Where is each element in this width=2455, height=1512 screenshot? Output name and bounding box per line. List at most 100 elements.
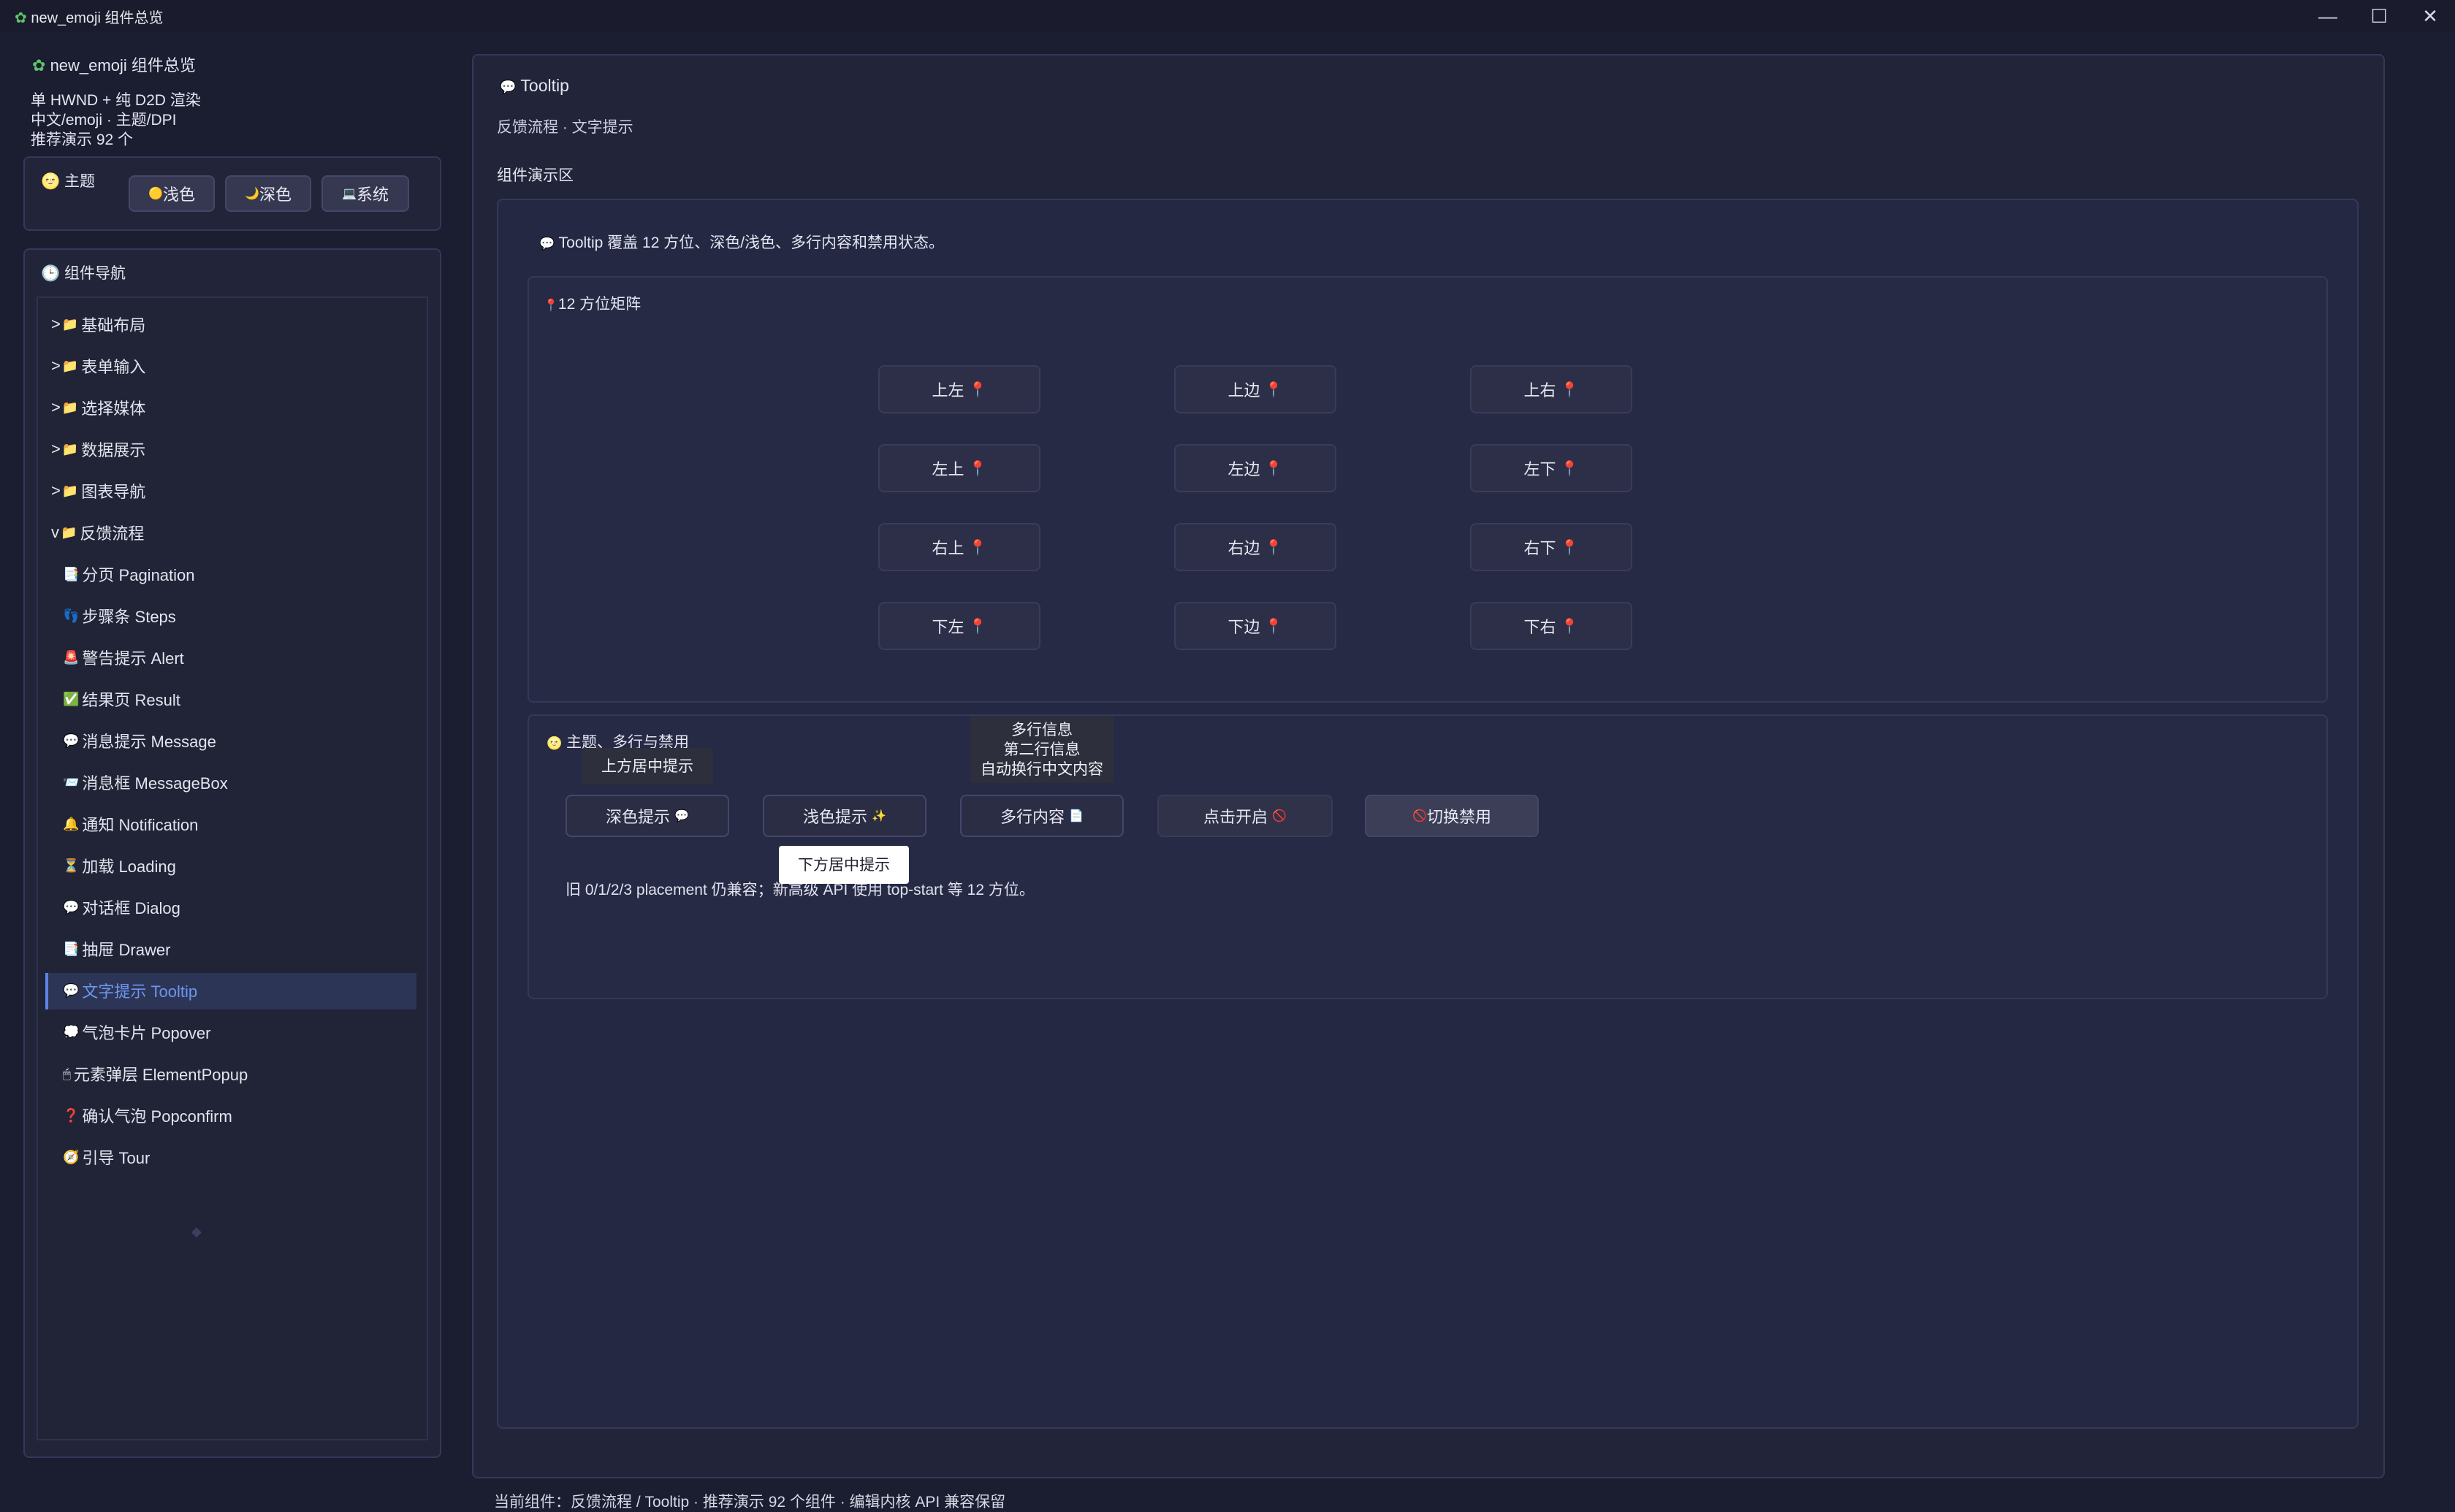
nav-item[interactable]: ❓ 确认气泡 Popconfirm	[63, 1098, 232, 1133]
title-bar: ✿ new_emoji 组件总览 — ☐ ✕	[0, 0, 2455, 32]
placement-button[interactable]: 下边 📍	[1174, 602, 1336, 650]
moon-face-icon: 🌝	[547, 736, 563, 750]
minimize-button[interactable]: —	[2303, 0, 2353, 32]
close-button[interactable]: ✕	[2405, 0, 2455, 32]
placement-label: 右边	[1228, 539, 1260, 557]
nav-item[interactable]: 👣 步骤条 Steps	[63, 598, 176, 633]
component-icon: 💬	[63, 733, 80, 748]
multiline-tooltip-button[interactable]: 多行内容 📄	[960, 795, 1124, 837]
chevron-right-icon: >	[51, 440, 61, 458]
laptop-icon: 💻	[342, 188, 357, 200]
component-icon: 👣	[63, 608, 80, 623]
toggle-disabled-button[interactable]: 🚫 切换禁用	[1365, 795, 1539, 837]
pin-icon: 📍	[1560, 381, 1579, 398]
nav-item-label: 加载 Loading	[82, 858, 176, 876]
nav-item[interactable]: 💬 文字提示 Tooltip	[63, 973, 197, 1008]
moon-icon: 🌙	[245, 188, 259, 200]
nav-group[interactable]: v 📁 反馈流程	[51, 515, 144, 550]
sparkle-icon: ✨	[872, 810, 887, 822]
placement-button[interactable]: 上右 📍	[1470, 365, 1632, 413]
sidebar-app-title: ✿ new_emoji 组件总览	[32, 56, 196, 75]
nav-group[interactable]: > 📁 数据展示	[51, 432, 145, 467]
sidebar-info: 单 HWND + 纯 D2D 渲染 中文/emoji · 主题/DPI 推荐演示…	[31, 91, 201, 150]
status-bar: 当前组件：反馈流程 / Tooltip · 推荐演示 92 个组件 · 编辑内核…	[494, 1494, 1006, 1511]
component-icon: 🚨	[63, 649, 80, 665]
component-icon: 📑	[63, 941, 80, 956]
nav-group[interactable]: > 📁 选择媒体	[51, 390, 145, 425]
placement-button[interactable]: 右边 📍	[1174, 523, 1336, 571]
placement-button[interactable]: 右上 📍	[878, 523, 1040, 571]
component-icon: ❓	[63, 1107, 80, 1123]
component-icon: 🧭	[63, 1149, 80, 1164]
nav-group[interactable]: > 📁 基础布局	[51, 307, 145, 342]
placement-matrix-section	[528, 276, 2328, 703]
theme-system-button[interactable]: 💻 系统	[321, 175, 409, 212]
placement-label: 上左	[932, 381, 964, 400]
nav-item[interactable]: 📨 消息框 MessageBox	[63, 765, 228, 800]
placement-label: 右上	[932, 539, 964, 557]
placement-label: 左上	[932, 460, 964, 478]
nav-item[interactable]: 🧭 引导 Tour	[63, 1139, 150, 1175]
maximize-button[interactable]: ☐	[2354, 0, 2404, 32]
pin-icon: 📍	[1264, 618, 1283, 635]
nav-group[interactable]: > 📁 图表导航	[51, 473, 145, 508]
placement-button[interactable]: 左下 📍	[1470, 444, 1632, 492]
folder-icon: 📁	[61, 524, 77, 540]
prohibited-icon: 🚫	[1412, 810, 1427, 822]
nav-item-label: 图表导航	[81, 483, 146, 501]
nav-group[interactable]: > 📁 表单输入	[51, 348, 145, 383]
theme-title: 🌝 主题	[41, 173, 95, 190]
nav-item-label: 文字提示 Tooltip	[82, 982, 198, 1001]
nav-item-label: 基础布局	[81, 316, 146, 335]
nav-item[interactable]: 🔔 通知 Notification	[63, 806, 198, 841]
theme-dark-button[interactable]: 🌙 深色	[225, 175, 311, 212]
pin-icon: 📍	[968, 381, 987, 398]
placement-button[interactable]: 左边 📍	[1174, 444, 1336, 492]
nav-item[interactable]: ⏳ 加载 Loading	[63, 848, 176, 883]
tooltip-line: 第二行信息	[1003, 741, 1081, 758]
nav-item-label: 反馈流程	[80, 524, 145, 543]
placement-button[interactable]: 上左 📍	[878, 365, 1040, 413]
theme-icon: 🌝	[41, 173, 61, 190]
placement-button[interactable]: 左上 📍	[878, 444, 1040, 492]
placement-button[interactable]: 下左 📍	[878, 602, 1040, 650]
nav-item-label: 引导 Tour	[82, 1149, 151, 1167]
pin-icon: 📍	[544, 299, 558, 312]
theme-light-button[interactable]: 🟡 浅色	[129, 175, 215, 212]
info-line: 中文/emoji · 主题/DPI	[31, 112, 177, 129]
nav-item-label: 警告提示 Alert	[82, 649, 184, 668]
prohibited-icon: 🚫	[1272, 810, 1287, 822]
nav-item[interactable]: 📑 抽屉 Drawer	[63, 931, 170, 966]
nav-item-label: 分页 Pagination	[82, 566, 195, 584]
placement-label: 下右	[1523, 618, 1556, 636]
light-tooltip-button[interactable]: 浅色提示 ✨	[763, 795, 926, 837]
placement-label: 下边	[1228, 618, 1260, 636]
nav-item[interactable]: 💭 气泡卡片 Popover	[63, 1015, 210, 1050]
nav-item[interactable]: ✅ 结果页 Result	[63, 681, 180, 717]
tooltip-top-center: 上方居中提示	[582, 748, 713, 784]
pin-icon: 📍	[1264, 539, 1283, 556]
nav-item-label: 步骤条 Steps	[82, 608, 176, 626]
pin-icon: 📍	[1560, 618, 1579, 635]
component-icon: 📨	[63, 774, 80, 790]
nav-item[interactable]: 🖱 元素弹层 ElementPopup	[63, 1056, 248, 1091]
nav-item-label: 结果页 Result	[82, 691, 180, 709]
dark-tooltip-button[interactable]: 深色提示 💬	[566, 795, 729, 837]
placement-button[interactable]: 上边 📍	[1174, 365, 1336, 413]
placement-button[interactable]: 下右 📍	[1470, 602, 1632, 650]
pin-icon: 📍	[1560, 539, 1579, 556]
placement-button[interactable]: 右下 📍	[1470, 523, 1632, 571]
nav-item-label: 通知 Notification	[82, 816, 199, 834]
nav-item[interactable]: 💬 对话框 Dialog	[63, 890, 180, 925]
nav-item-label: 选择媒体	[81, 400, 146, 418]
scroll-dot-icon: ◆	[191, 1224, 202, 1239]
nav-item[interactable]: 🚨 警告提示 Alert	[63, 640, 184, 675]
placement-label: 左下	[1523, 460, 1556, 478]
nav-item[interactable]: 📑 分页 Pagination	[63, 557, 195, 592]
nav-item-label: 对话框 Dialog	[82, 899, 180, 917]
nav-item[interactable]: 💬 消息提示 Message	[63, 723, 216, 758]
click-to-open-button[interactable]: 点击开启 🚫	[1157, 795, 1333, 837]
component-icon: 📑	[63, 566, 80, 581]
tooltip-line: 多行信息	[1011, 721, 1073, 738]
nav-title: 🕒 组件导航	[41, 265, 126, 282]
